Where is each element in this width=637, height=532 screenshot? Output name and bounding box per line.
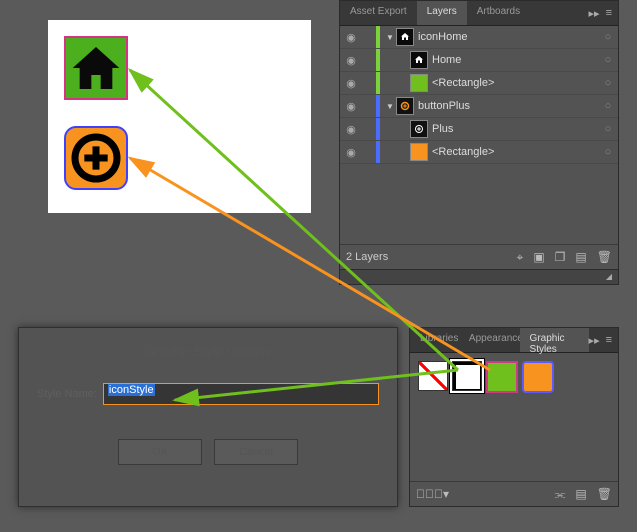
target-icon[interactable]: ○ — [598, 31, 618, 43]
tab-graphic-styles[interactable]: Graphic Styles — [520, 328, 589, 352]
swatch-icon-style-orange[interactable] — [522, 361, 554, 393]
layer-thumb — [396, 97, 414, 115]
trash-icon[interactable]: 🗑 — [597, 250, 612, 264]
tab-libraries[interactable]: Libraries — [410, 328, 459, 352]
trash-icon[interactable]: 🗑 — [597, 487, 612, 501]
twisty-icon[interactable]: ▼ — [384, 102, 396, 111]
swatch-default[interactable] — [452, 361, 482, 391]
dialog-title: Graphic Style Options — [19, 328, 397, 383]
collapse-handle[interactable]: ◢ — [340, 269, 618, 284]
graphic-style-options-dialog: Graphic Style Options Style Name: iconSt… — [18, 327, 398, 507]
new-sublayer-icon[interactable]: ❐ — [555, 250, 566, 264]
target-icon[interactable]: ○ — [598, 54, 618, 66]
layer-name[interactable]: Plus — [432, 123, 598, 135]
visibility-icon[interactable]: ◉ — [340, 123, 362, 136]
visibility-icon[interactable]: ◉ — [340, 100, 362, 113]
new-layer-icon[interactable]: ▤ — [575, 250, 586, 264]
styles-tabs: Libraries Appearance Graphic Styles ▸▸ ≡ — [410, 328, 618, 353]
layer-thumb — [410, 51, 428, 69]
layer-list: ◉ ▼ iconHome ○ ◉ Home ○ ◉ <Rectangle> ○ … — [340, 26, 618, 164]
panel-menu-icon[interactable]: ≡ — [606, 334, 612, 346]
tab-appearance[interactable]: Appearance — [459, 328, 520, 352]
panel-menu-icon[interactable]: ≡ — [606, 7, 612, 19]
layer-row[interactable]: ◉ ▼ buttonPlus ○ — [340, 95, 618, 118]
target-icon[interactable]: ○ — [598, 100, 618, 112]
tab-layers[interactable]: Layers — [417, 1, 467, 25]
layer-name[interactable]: Home — [432, 54, 598, 66]
layer-thumb — [410, 120, 428, 138]
styles-footer: �⃞⃞▾ ⫘ ▤ 🗑 — [410, 481, 618, 506]
libraries-menu-icon[interactable]: �⃞⃞▾ — [416, 487, 449, 501]
target-icon[interactable]: ○ — [598, 77, 618, 89]
layer-row[interactable]: ◉ ▼ iconHome ○ — [340, 26, 618, 49]
target-icon[interactable]: ○ — [598, 146, 618, 158]
twisty-icon[interactable]: ▼ — [384, 33, 396, 42]
layers-panel: Asset Export Layers Artboards ▸▸ ≡ ◉ ▼ i… — [339, 0, 619, 285]
layer-row[interactable]: ◉ <Rectangle> ○ — [340, 141, 618, 164]
new-style-icon[interactable]: ▤ — [575, 487, 586, 501]
style-name-label: Style Name: — [37, 388, 97, 400]
swatch-list — [410, 353, 618, 401]
layer-row[interactable]: ◉ <Rectangle> ○ — [340, 72, 618, 95]
cancel-button[interactable]: Cancel — [214, 439, 298, 465]
layer-count: 2 Layers — [346, 251, 388, 263]
layer-row[interactable]: ◉ Plus ○ — [340, 118, 618, 141]
tab-artboards[interactable]: Artboards — [467, 1, 530, 25]
visibility-icon[interactable]: ◉ — [340, 31, 362, 44]
layer-name[interactable]: buttonPlus — [418, 100, 598, 112]
layer-thumb — [410, 74, 428, 92]
layer-name[interactable]: iconHome — [418, 31, 598, 43]
button-plus-art[interactable] — [64, 126, 128, 190]
style-name-input[interactable]: iconStyle — [103, 383, 379, 405]
make-clip-icon[interactable]: ▣ — [533, 250, 544, 264]
icon-home-art[interactable] — [64, 36, 128, 100]
layer-thumb — [396, 28, 414, 46]
flyout-icon[interactable]: ▸▸ — [589, 334, 600, 347]
layers-footer: 2 Layers ⌖ ▣ ❐ ▤ 🗑 — [340, 244, 618, 269]
visibility-icon[interactable]: ◉ — [340, 146, 362, 159]
panel-tabs: Asset Export Layers Artboards ▸▸ ≡ — [340, 1, 618, 26]
locate-icon[interactable]: ⌖ — [517, 250, 524, 265]
flyout-icon[interactable]: ▸▸ — [589, 7, 600, 20]
visibility-icon[interactable]: ◉ — [340, 54, 362, 67]
layer-name[interactable]: <Rectangle> — [432, 146, 598, 158]
swatch-none[interactable] — [418, 361, 448, 391]
artboard — [48, 20, 311, 213]
ok-button[interactable]: OK — [118, 439, 202, 465]
target-icon[interactable]: ○ — [598, 123, 618, 135]
layer-name[interactable]: <Rectangle> — [432, 77, 598, 89]
graphic-styles-panel: Libraries Appearance Graphic Styles ▸▸ ≡… — [409, 327, 619, 507]
visibility-icon[interactable]: ◉ — [340, 77, 362, 90]
swatch-icon-style-green[interactable] — [486, 361, 518, 393]
tab-asset-export[interactable]: Asset Export — [340, 1, 417, 25]
layer-row[interactable]: ◉ Home ○ — [340, 49, 618, 72]
layer-thumb — [410, 143, 428, 161]
break-link-icon[interactable]: ⫘ — [555, 487, 566, 502]
